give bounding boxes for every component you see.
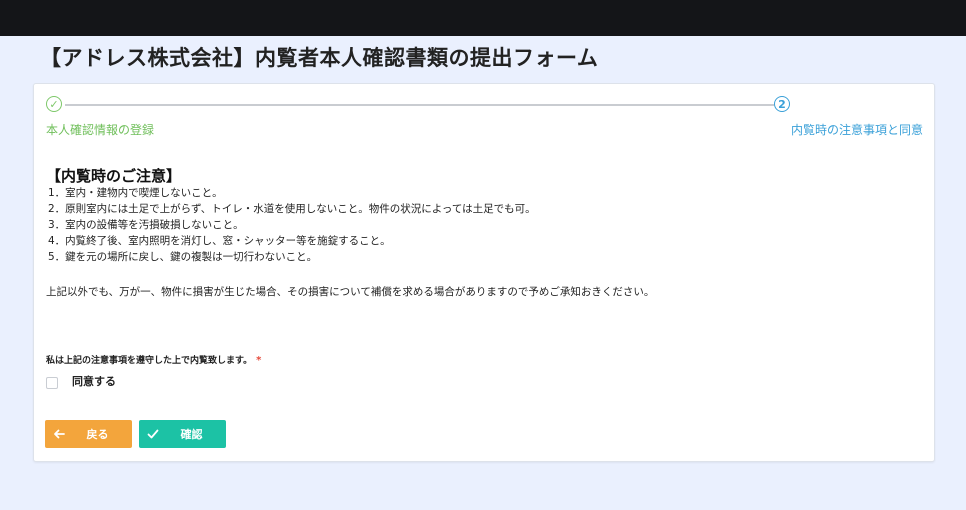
arrow-left-icon	[45, 428, 73, 440]
confirm-button[interactable]: 確認	[139, 420, 226, 448]
required-mark: *	[256, 355, 262, 366]
page-title: 【アドレス株式会社】内覧者本人確認書類の提出フォーム	[40, 46, 599, 70]
top-bar	[0, 0, 966, 36]
step-1-check-icon[interactable]: ✓	[46, 96, 62, 112]
notice-item: 5．鍵を元の場所に戻し、鍵の複製は一切行わないこと。	[48, 251, 318, 263]
step-1-label[interactable]: 本人確認情報の登録	[46, 121, 154, 138]
consent-label: 私は上記の注意事項を遵守した上で内覧致します。 *	[46, 353, 261, 366]
stepper-line	[65, 104, 774, 106]
consent-label-text: 私は上記の注意事項を遵守した上で内覧致します。	[46, 356, 253, 366]
notice-item: 2．原則室内には土足で上がらず、トイレ・水道を使用しないこと。物件の状況によって…	[48, 203, 536, 215]
notice-item: 1．室内・建物内で喫煙しないこと。	[48, 187, 223, 199]
notice-list: 1．室内・建物内で喫煙しないこと。 2．原則室内には土足で上がらず、トイレ・水道…	[48, 185, 536, 265]
notice-title: 【内覧時のご注意】	[46, 167, 182, 185]
agree-checkbox-row[interactable]: 同意する	[46, 373, 116, 389]
check-icon	[139, 428, 167, 440]
step-2-number: 2	[774, 96, 790, 112]
form-card: ✓ 本人確認情報の登録 2 内覧時の注意事項と同意 【内覧時のご注意】 1．室内…	[33, 83, 935, 462]
notice-extra-text: 上記以外でも、万が一、物件に損害が生じた場合、その損害について補償を求める場合が…	[46, 286, 655, 298]
confirm-button-label: 確認	[180, 428, 203, 441]
notice-item: 3．室内の設備等を汚損破損しないこと。	[48, 219, 244, 231]
agree-checkbox[interactable]	[46, 377, 58, 389]
back-button-label: 戻る	[86, 428, 109, 441]
agree-checkbox-label[interactable]: 同意する	[72, 373, 116, 389]
notice-item: 4．内覧終了後、室内照明を消灯し、窓・シャッター等を施錠すること。	[48, 235, 391, 247]
step-2-label: 内覧時の注意事項と同意	[790, 123, 923, 137]
back-button[interactable]: 戻る	[45, 420, 132, 448]
